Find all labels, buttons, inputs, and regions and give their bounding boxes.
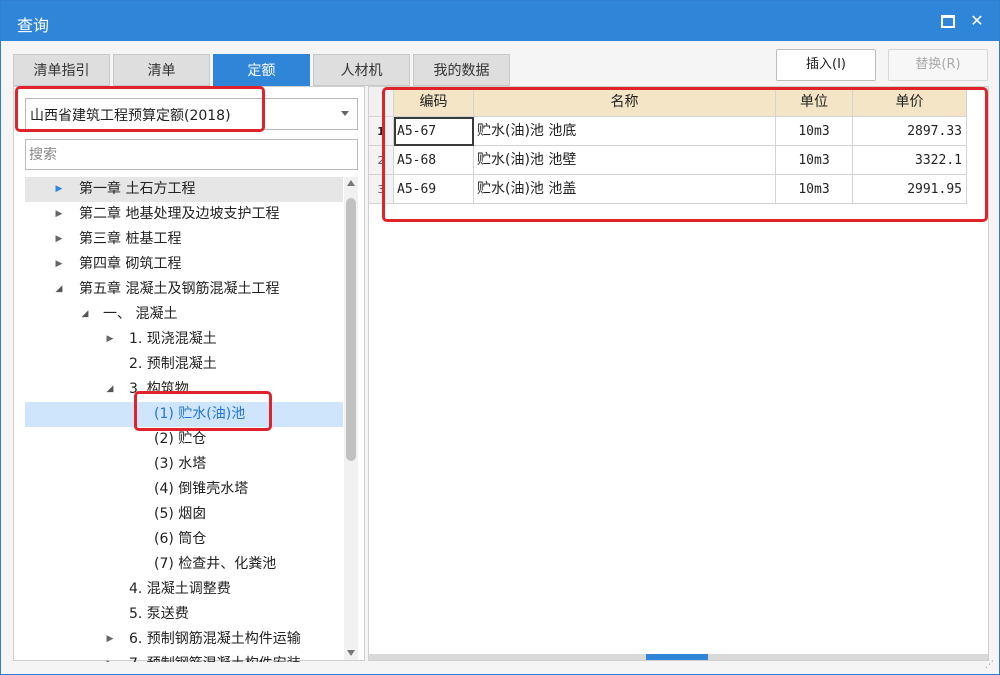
collapse-arrow-icon[interactable]: ◢ (104, 377, 116, 402)
tree-item-label: (7) 检查井、化粪池 (154, 556, 277, 572)
table-cell-unit[interactable]: 10m3 (776, 175, 853, 204)
collapse-arrow-icon[interactable]: ◢ (53, 277, 65, 302)
tree-item-chapter-4[interactable]: ▶ 第四章 砌筑工程 (25, 252, 343, 277)
quota-library-value: 山西省建筑工程预算定额(2018) (30, 108, 231, 124)
row-number-header (369, 87, 394, 117)
expand-arrow-icon[interactable]: ▶ (104, 627, 116, 652)
tree-item-precast-transport[interactable]: ▶ 6. 预制钢筋混凝土构件运输 (25, 627, 343, 652)
tab-bill[interactable]: 清单 (113, 54, 210, 86)
tree-item-chapter-1[interactable]: ▶ 第一章 土石方工程 (25, 177, 343, 202)
table-cell-name[interactable]: 贮水(油)池 池壁 (474, 146, 776, 175)
replace-button[interactable]: 替换(R) (888, 49, 988, 81)
close-icon[interactable]: ✕ (967, 11, 987, 31)
table-cell-unit[interactable]: 10m3 (776, 117, 853, 146)
query-dialog: 查询 ✕ 清单指引 清单 定额 人材机 我的数据 插入(I) 替换(R) 山西省… (0, 0, 1000, 675)
chevron-down-icon (341, 111, 349, 116)
results-panel: 编码 名称 单位 单价 1 A5-67 贮水(油)池 池底 10m3 2897.… (368, 86, 989, 661)
tree-item-silo[interactable]: (6) 筒仓 (25, 527, 343, 552)
tree-item-precast[interactable]: 2. 预制混凝土 (25, 352, 343, 377)
left-panel: 山西省建筑工程预算定额(2018) ▶ 第一章 土石方工程 ▶ 第二章 地基处理… (13, 86, 365, 662)
table-cell-price[interactable]: 3322.1 (853, 146, 967, 175)
table-cell-name[interactable]: 贮水(油)池 池盖 (474, 175, 776, 204)
column-header-code[interactable]: 编码 (394, 87, 474, 117)
tree-item-label: (6) 筒仓 (154, 531, 207, 547)
tree-item-chapter-2[interactable]: ▶ 第二章 地基处理及边坡支护工程 (25, 202, 343, 227)
tree-item-label: (5) 烟囱 (154, 506, 207, 522)
column-header-unit[interactable]: 单位 (776, 87, 853, 117)
insert-button[interactable]: 插入(I) (776, 49, 876, 81)
column-header-price[interactable]: 单价 (853, 87, 967, 117)
tab-labor-material-machine[interactable]: 人材机 (313, 54, 410, 86)
tree-item-label: 第二章 地基处理及边坡支护工程 (79, 206, 280, 222)
expand-arrow-icon[interactable]: ▶ (53, 227, 65, 252)
table-cell-name[interactable]: 贮水(油)池 池底 (474, 117, 776, 146)
maximize-icon[interactable] (938, 11, 958, 31)
title-bar: 查询 ✕ (1, 1, 999, 41)
window-title: 查询 (17, 16, 50, 35)
expand-arrow-icon[interactable]: ▶ (53, 202, 65, 227)
row-number: 1 (369, 117, 394, 146)
resize-grip-icon[interactable]: ⋰ (985, 660, 995, 670)
table-cell-code[interactable]: A5-67 (394, 117, 474, 146)
horizontal-scrollbar[interactable] (369, 654, 988, 660)
tree-item-label: 5. 泵送费 (129, 606, 189, 622)
table-cell-price[interactable]: 2991.95 (853, 175, 967, 204)
tree-item-label: 第一章 土石方工程 (79, 181, 196, 197)
expand-arrow-icon[interactable]: ▶ (104, 327, 116, 352)
tree-item-label: 7. 预制钢筋混凝土构件安装 (129, 652, 301, 662)
horizontal-scroll-thumb[interactable] (646, 654, 708, 660)
tree-item-pumping[interactable]: 5. 泵送费 (25, 602, 343, 627)
row-number: 2 (369, 146, 394, 175)
tree-item-water-tower[interactable]: (3) 水塔 (25, 452, 343, 477)
tree-item-chapter-5[interactable]: ◢ 第五章 混凝土及钢筋混凝土工程 (25, 277, 343, 302)
tree-item-structures[interactable]: ◢ 3. 构筑物 (25, 377, 343, 402)
tree-item-concrete[interactable]: ◢ 一、 混凝土 (25, 302, 343, 327)
tree-item-water-oil-tank[interactable]: (1) 贮水(油)池 (25, 402, 343, 427)
column-header-name[interactable]: 名称 (474, 87, 776, 117)
tree-item-silo-storage[interactable]: (2) 贮仓 (25, 427, 343, 452)
tree-scrollbar[interactable] (344, 177, 358, 660)
chapter-tree: ▶ 第一章 土石方工程 ▶ 第二章 地基处理及边坡支护工程 ▶ 第三章 桩基工程… (25, 177, 343, 662)
tree-item-inverted-cone-tower[interactable]: (4) 倒锥壳水塔 (25, 477, 343, 502)
tree-item-chimney[interactable]: (5) 烟囱 (25, 502, 343, 527)
tree-item-label: (2) 贮仓 (154, 431, 207, 447)
tree-item-label: 一、 混凝土 (103, 306, 178, 322)
row-number: 3 (369, 175, 394, 204)
tree-item-label: 6. 预制钢筋混凝土构件运输 (129, 631, 301, 647)
table-cell-price[interactable]: 2897.33 (853, 117, 967, 146)
tree-item-label: 1. 现浇混凝土 (129, 331, 217, 347)
tree-item-manhole-septic[interactable]: (7) 检查井、化粪池 (25, 552, 343, 577)
tree-item-label: 3. 构筑物 (129, 381, 189, 397)
tree-item-label: (1) 贮水(油)池 (154, 406, 246, 422)
tree-item-label: 第五章 混凝土及钢筋混凝土工程 (79, 281, 280, 297)
tree-item-label: (4) 倒锥壳水塔 (154, 481, 249, 497)
expand-arrow-icon[interactable]: ▶ (53, 177, 65, 202)
tree-item-precast-install[interactable]: ▶ 7. 预制钢筋混凝土构件安装 (25, 652, 343, 662)
tree-item-cast-in-place[interactable]: ▶ 1. 现浇混凝土 (25, 327, 343, 352)
table-cell-code[interactable]: A5-69 (394, 175, 474, 204)
tree-scroll-thumb[interactable] (346, 198, 356, 461)
tab-bill-guide[interactable]: 清单指引 (13, 54, 110, 86)
tree-item-chapter-3[interactable]: ▶ 第三章 桩基工程 (25, 227, 343, 252)
scroll-up-arrow-icon[interactable] (347, 180, 355, 186)
search-input[interactable] (25, 139, 358, 170)
table-cell-code[interactable]: A5-68 (394, 146, 474, 175)
scroll-down-arrow-icon[interactable] (347, 650, 355, 656)
tree-item-label: 第三章 桩基工程 (79, 231, 182, 247)
tree-item-label: 4. 混凝土调整费 (129, 581, 231, 597)
tree-item-concrete-adjustment[interactable]: 4. 混凝土调整费 (25, 577, 343, 602)
expand-arrow-icon[interactable]: ▶ (104, 652, 116, 662)
collapse-arrow-icon[interactable]: ◢ (79, 302, 91, 327)
tab-quota[interactable]: 定额 (213, 54, 310, 86)
expand-arrow-icon[interactable]: ▶ (53, 252, 65, 277)
tab-my-data[interactable]: 我的数据 (413, 54, 510, 86)
tree-item-label: 第四章 砌筑工程 (79, 256, 182, 272)
table-cell-unit[interactable]: 10m3 (776, 146, 853, 175)
tree-item-label: 2. 预制混凝土 (129, 356, 217, 372)
tree-item-label: (3) 水塔 (154, 456, 207, 472)
quota-library-select[interactable]: 山西省建筑工程预算定额(2018) (25, 98, 358, 130)
